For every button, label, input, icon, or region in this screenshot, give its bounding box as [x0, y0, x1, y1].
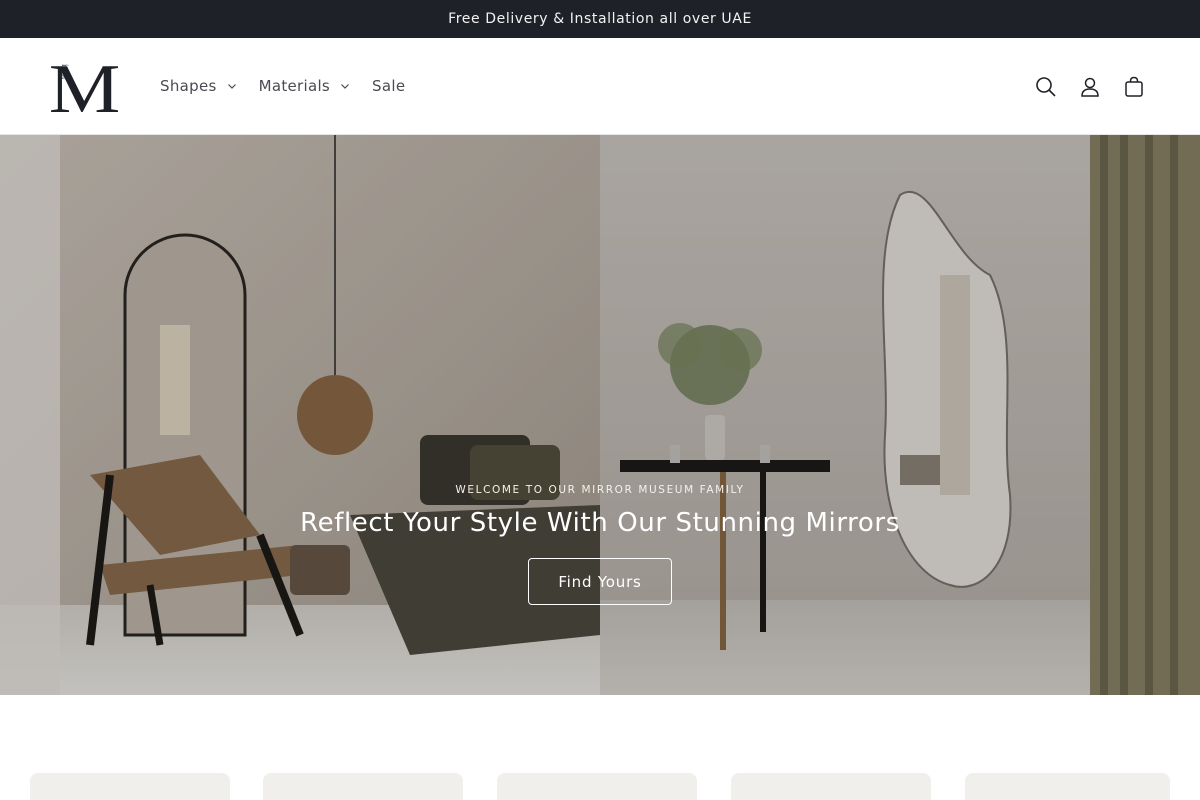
collection-card[interactable] — [965, 773, 1170, 800]
collection-card[interactable] — [497, 773, 697, 800]
nav-item-label: Materials — [258, 77, 331, 95]
nav-item-label: Sale — [372, 77, 406, 95]
chevron-down-icon — [341, 84, 349, 89]
nav-item-materials[interactable]: Materials — [259, 77, 350, 95]
nav-item-sale[interactable]: Sale — [372, 77, 405, 95]
cart-button[interactable] — [1112, 65, 1156, 109]
featured-collections — [0, 695, 1200, 800]
chevron-down-icon — [227, 84, 236, 89]
hero-banner: WELCOME TO OUR MIRROR MUSEUM FAMILY Refl… — [0, 135, 1200, 695]
collection-card[interactable] — [263, 773, 463, 800]
site-logo[interactable]: M irror useum — [49, 51, 121, 128]
hero-heading: Reflect Your Style With Our Stunning Mir… — [300, 508, 900, 538]
main-nav: Shapes Materials Sale — [160, 77, 427, 95]
collection-card[interactable] — [731, 773, 931, 800]
logo-mark: M irror useum — [49, 51, 121, 128]
site-header: M irror useum Shapes Materials Sale — [0, 38, 1200, 135]
logo-text-vertical: irror — [60, 64, 70, 80]
nav-item-label: Shapes — [160, 77, 217, 95]
account-button[interactable] — [1068, 65, 1112, 109]
find-yours-button[interactable]: Find Yours — [528, 558, 672, 605]
cart-icon — [1125, 76, 1143, 97]
search-icon — [1036, 76, 1056, 97]
header-icons — [1024, 38, 1156, 135]
announcement-bar: Free Delivery & Installation all over UA… — [0, 0, 1200, 38]
hero-content: WELCOME TO OUR MIRROR MUSEUM FAMILY Refl… — [0, 135, 1200, 695]
search-button[interactable] — [1024, 65, 1068, 109]
hero-eyebrow: WELCOME TO OUR MIRROR MUSEUM FAMILY — [455, 484, 745, 496]
collection-card[interactable] — [30, 773, 230, 800]
nav-item-shapes[interactable]: Shapes — [160, 77, 237, 95]
account-icon — [1081, 77, 1099, 97]
logo-text-vertical-2: useum — [104, 66, 114, 90]
announcement-text: Free Delivery & Installation all over UA… — [448, 11, 752, 27]
